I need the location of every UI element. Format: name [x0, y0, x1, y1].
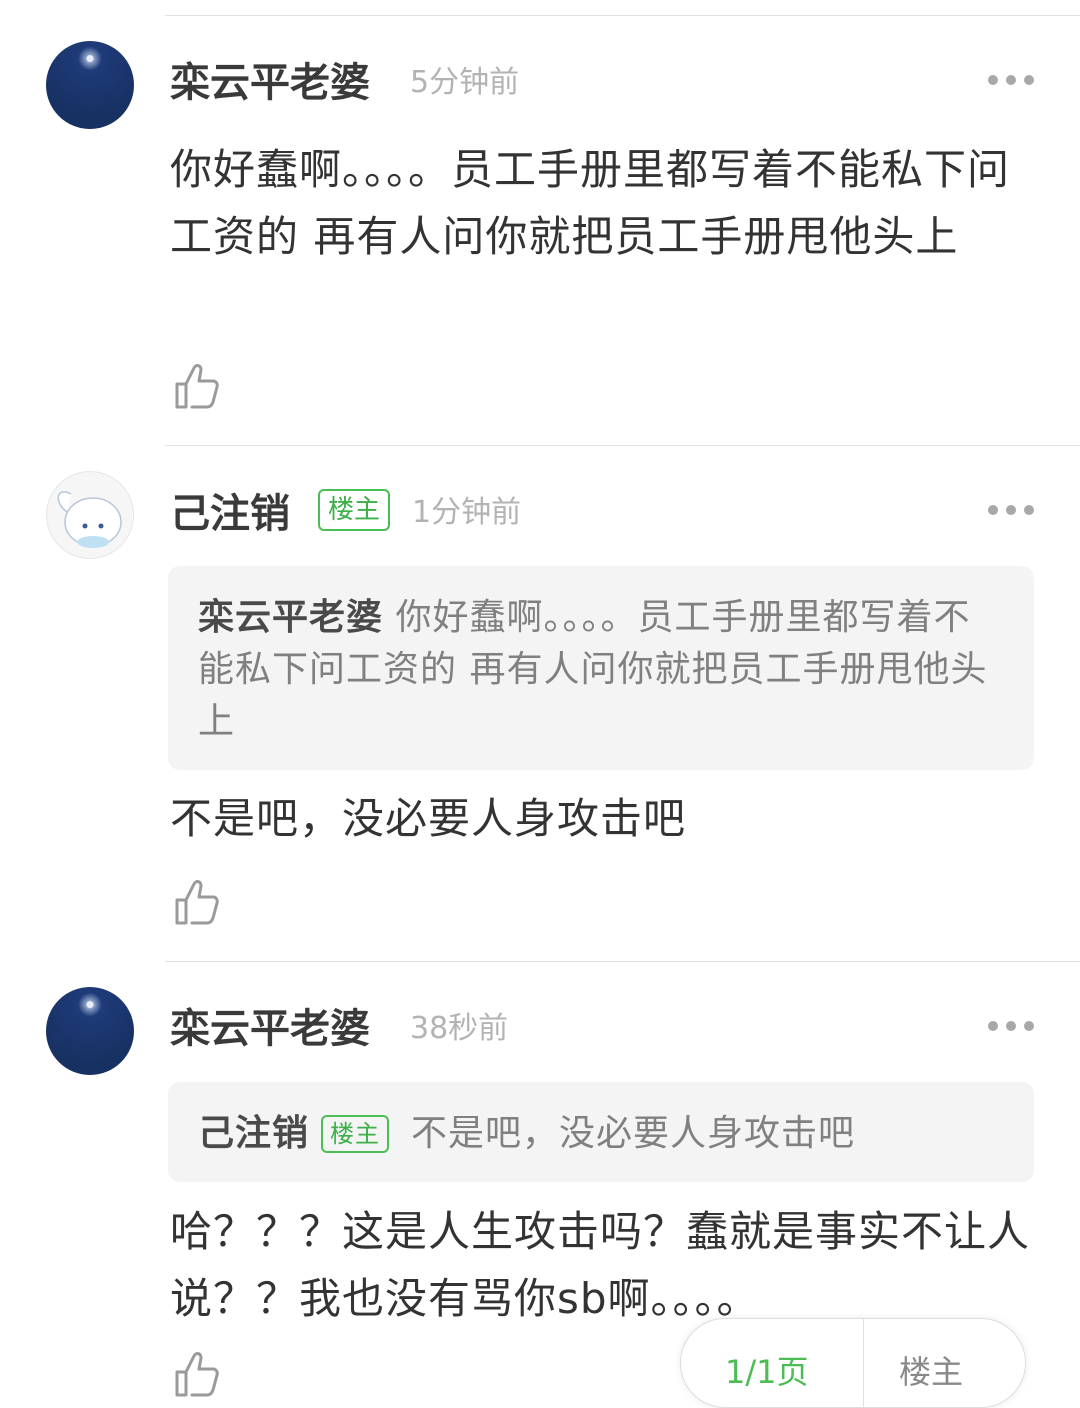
- quoted-reply[interactable]: 己注销 楼主 不是吧，没必要人身攻击吧: [168, 1082, 1034, 1182]
- quote-author: 己注销: [198, 1113, 310, 1154]
- comment-time: 1分钟前: [412, 495, 522, 530]
- more-options-icon[interactable]: [988, 74, 1034, 86]
- user-avatar[interactable]: [46, 471, 134, 559]
- cinnamoroll-avatar-icon: [57, 491, 122, 548]
- user-avatar[interactable]: [46, 987, 134, 1075]
- op-badge: 楼主: [321, 1115, 390, 1153]
- like-icon[interactable]: [170, 876, 222, 928]
- quote-content: 栾云平老婆 你好蠢啊。。。。员工手册里都写着不能私下问工资的 再有人问你就把员工…: [198, 592, 994, 748]
- quote-author: 栾云平老婆: [198, 597, 384, 638]
- pager-divider: [863, 1319, 864, 1407]
- quote-content: 己注销 楼主 不是吧，没必要人身攻击吧: [198, 1108, 994, 1160]
- like-icon[interactable]: [170, 1348, 222, 1400]
- more-options-icon[interactable]: [988, 1020, 1034, 1032]
- comment-text: 不是吧，没必要人身攻击吧: [170, 794, 687, 843]
- op-badge: 楼主: [318, 489, 391, 531]
- comment-author[interactable]: 栾云平老婆: [170, 1009, 370, 1049]
- owner-only-button[interactable]: 楼主: [899, 1347, 963, 1393]
- more-options-icon[interactable]: [988, 504, 1034, 516]
- page-indicator[interactable]: 1/1页: [725, 1347, 809, 1393]
- comment-author[interactable]: 己注销: [170, 494, 290, 534]
- comment-time: 38秒前: [410, 1011, 509, 1046]
- comment-text: 你好蠢啊。。。。员工手册里都写着不能私下问工资的 再有人问你就把员工手册甩他头上: [170, 145, 1011, 261]
- like-icon[interactable]: [170, 360, 222, 412]
- comment-time: 5分钟前: [410, 65, 520, 100]
- divider: [165, 15, 1080, 16]
- comment-text: 哈？？？这是人生攻击吗？蠢就是事实不让人说？？我也没有骂你sb啊。。。。: [170, 1207, 1031, 1323]
- quoted-reply[interactable]: 栾云平老婆 你好蠢啊。。。。员工手册里都写着不能私下问工资的 再有人问你就把员工…: [168, 566, 1034, 770]
- comment-author[interactable]: 栾云平老婆: [170, 63, 370, 103]
- user-avatar[interactable]: [46, 41, 134, 129]
- floating-pager: 1/1页 楼主: [680, 1318, 1026, 1408]
- divider: [165, 961, 1080, 962]
- quote-text: 不是吧，没必要人身攻击吧: [411, 1113, 856, 1154]
- divider: [165, 445, 1080, 446]
